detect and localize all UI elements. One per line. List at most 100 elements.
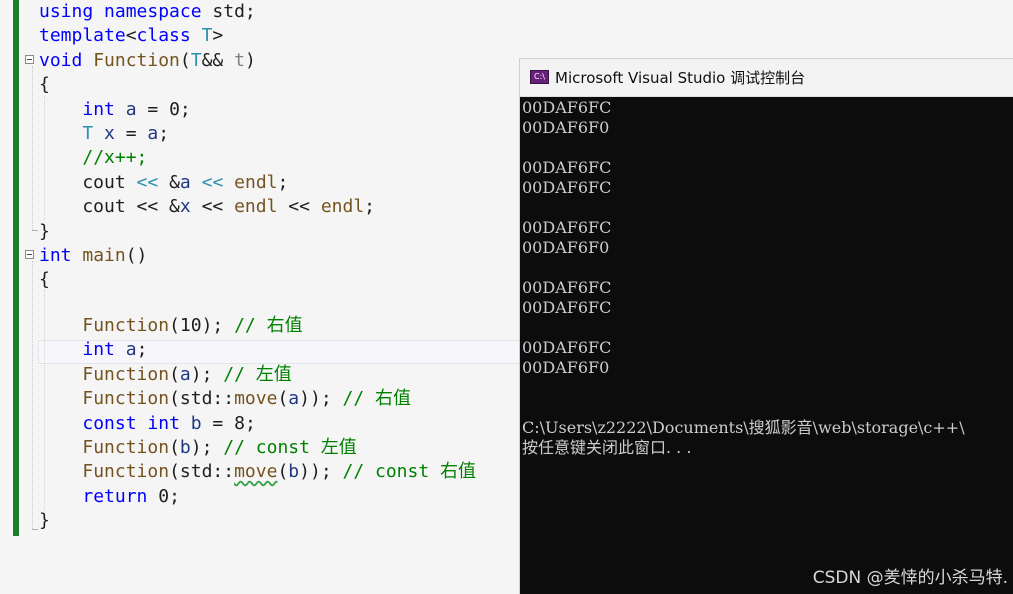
code-token: a [179,363,191,385]
code-token: ) [244,49,256,71]
code-token: cout << & [39,196,180,218]
code-token: a [125,98,137,120]
code-token: ( [277,388,289,410]
code-line[interactable]: int a = 0; [39,98,190,122]
debug-console-window[interactable]: C:\ Microsoft Visual Studio 调试控制台 00DAF6… [519,58,1013,594]
code-token: template [39,25,126,47]
code-token: 0; [147,485,180,507]
code-token: (std:: [169,461,235,483]
code-token: b [179,437,191,458]
code-token: ; [158,123,170,144]
code-token: namespace [104,1,202,22]
code-token: ); [190,363,224,385]
code-token: move [234,461,278,483]
code-token: T [190,49,202,71]
code-line[interactable]: const int b = 8; [39,412,255,436]
code-line[interactable]: int a; [39,338,147,362]
code-token: endl [234,196,278,218]
code-token: a [147,123,159,144]
code-token: move [234,388,278,410]
code-token: b [288,461,300,483]
code-token: t [234,49,245,71]
code-line[interactable]: cout << &x << endl << endl; [39,195,375,219]
code-line[interactable]: Function(std::move(b)); // const 右值 [39,460,476,484]
code-token: << [277,196,321,218]
code-token: // 左值 [223,363,292,385]
code-token: T [82,123,94,144]
code-line[interactable]: { [39,268,50,292]
code-token: Function [82,461,170,483]
code-line[interactable]: Function(b); // const 左值 [39,436,356,460]
code-line[interactable]: } [39,220,50,244]
console-output-line: 按任意键关闭此窗口. . . [522,438,692,457]
code-token: = [114,123,148,144]
code-token: ( [169,363,180,385]
code-token: && [201,49,235,71]
code-token: int [147,412,180,434]
code-token: return [82,485,148,507]
code-line[interactable]: return 0; [39,485,180,509]
code-line[interactable]: Function(a); // 左值 [39,363,292,387]
collapse-main-icon[interactable] [25,250,34,259]
code-token: Function [82,315,170,336]
code-token: { [39,74,50,96]
code-token: ); [190,437,224,458]
code-token: } [39,220,50,242]
code-line[interactable]: { [39,73,50,97]
code-token: << [190,196,235,218]
console-titlebar[interactable]: C:\ Microsoft Visual Studio 调试控制台 [520,59,1013,97]
code-token: Function [82,437,170,458]
code-token: //x++; [82,147,148,169]
code-token: < [125,25,137,47]
code-token: a [288,388,300,410]
code-line[interactable]: } [39,509,50,533]
code-token: int [82,98,115,120]
code-token: > [212,25,224,47]
code-token: int [82,339,115,361]
console-output-line: 00DAF6FC [522,158,612,177]
fold-guide-end [32,230,38,231]
code-token: const [82,412,137,434]
code-line[interactable]: using namespace std; [39,0,256,24]
code-line[interactable]: T x = a; [39,122,169,146]
code-token: ; [136,339,148,361]
code-line[interactable]: void Function(T&& t) [39,49,256,73]
collapse-function-icon[interactable] [25,55,34,64]
code-token: ; [364,196,376,218]
code-token: cout [39,171,137,193]
console-output-line: 00DAF6F0 [522,238,610,257]
code-token: Function [82,363,170,385]
code-token: & [158,171,180,193]
code-line[interactable]: Function(10); // 右值 [39,314,303,338]
code-token: ( [179,49,191,71]
fold-guide [32,261,34,529]
code-line[interactable]: //x++; [39,146,147,170]
code-token: using [39,1,94,22]
code-token: (10); [169,315,235,336]
code-token: // 右值 [234,315,303,336]
fold-guide-end [32,529,38,530]
code-token: main [82,245,126,266]
code-token: endl [234,171,278,193]
code-token: << [201,171,224,193]
code-line[interactable]: template<class T> [39,24,223,48]
code-line[interactable]: cout << &a << endl; [39,171,288,195]
code-token: ; [277,171,289,193]
console-output-line: 00DAF6FC [522,298,612,317]
code-token: x [179,196,191,218]
code-token: // const 右值 [342,461,477,483]
code-line[interactable]: int main() [39,244,147,268]
code-token: Function [82,388,170,410]
change-tracking-bar [13,0,19,536]
code-line[interactable]: Function(std::move(a)); // 右值 [39,387,411,411]
code-token: // 右值 [342,388,412,410]
